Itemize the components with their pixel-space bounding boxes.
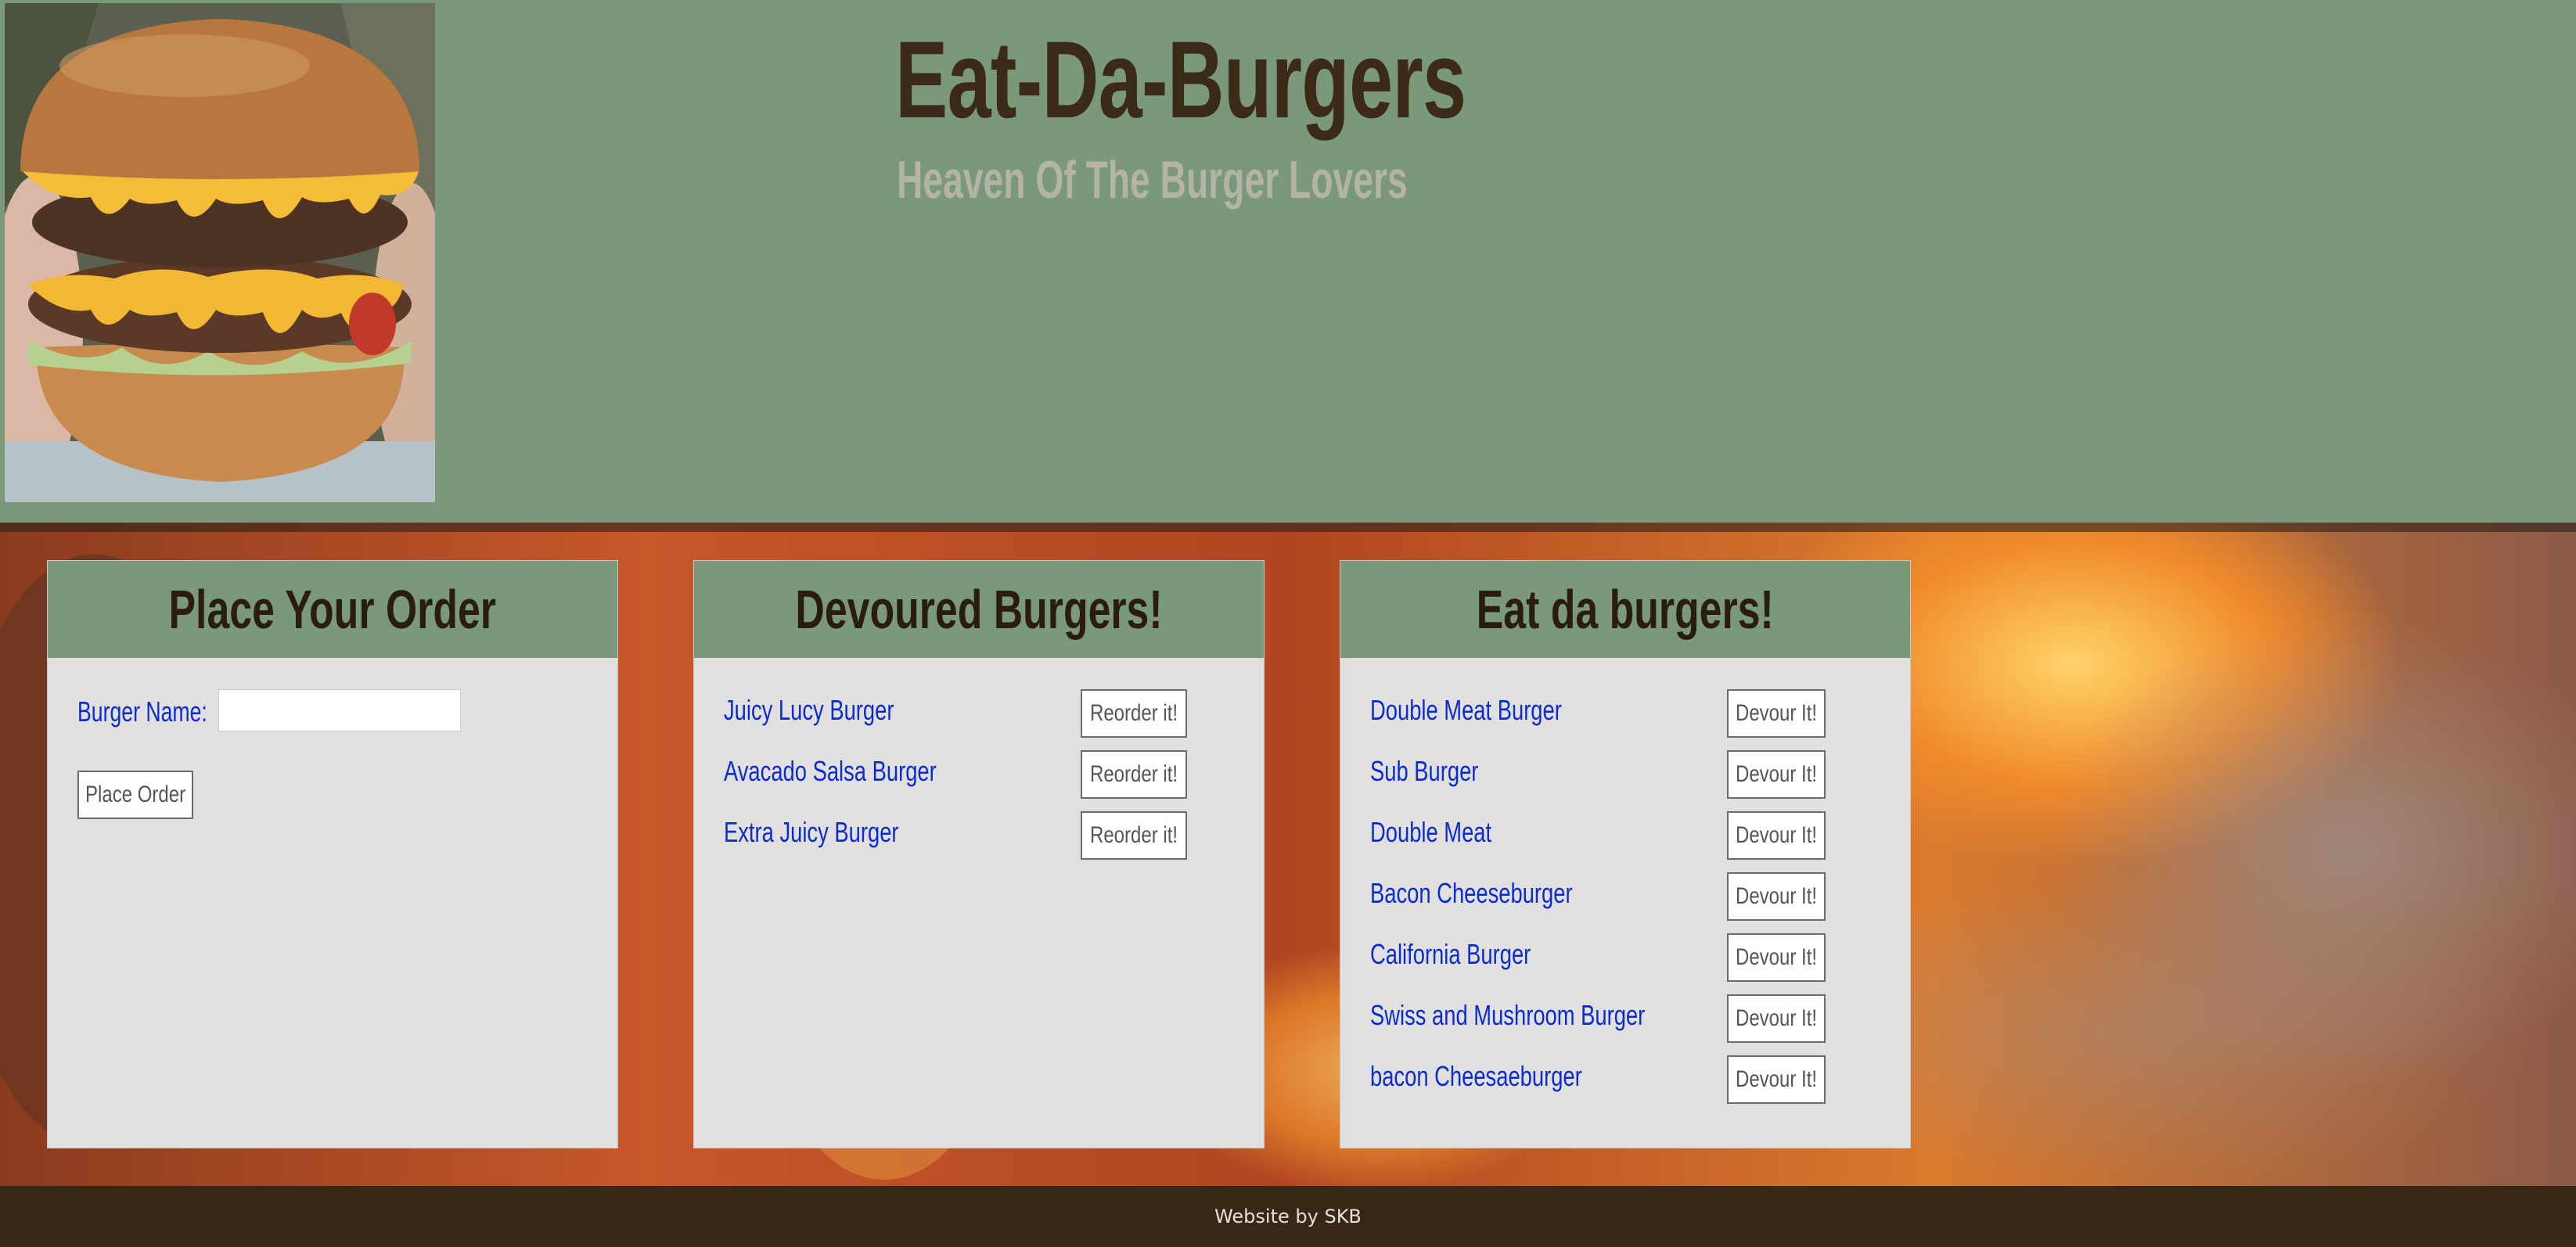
devour-label: Devour It! — [1735, 883, 1818, 909]
devoured-panel: Devoured Burgers! Juicy Lucy Burger Reor… — [693, 560, 1265, 1148]
list-item: Swiss and Mushroom Burger Devour It! — [1370, 994, 1887, 1044]
site-title: Eat-Da-Burgers — [895, 18, 1466, 141]
devoured-panel-title: Devoured Burgers! — [795, 579, 1163, 640]
list-item: Double Meat Devour It! — [1370, 811, 1887, 861]
list-item: Avacado Salsa Burger Reorder it! — [724, 750, 1240, 800]
main-content: Place Your Order Burger Name: Place Orde… — [0, 523, 2576, 1186]
burger-name: Extra Juicy Burger — [724, 816, 899, 848]
devour-label: Devour It! — [1735, 822, 1818, 848]
devour-button[interactable]: Devour It! — [1727, 750, 1826, 799]
burger-name: Juicy Lucy Burger — [724, 694, 894, 726]
list-item: Bacon Cheeseburger Devour It! — [1370, 872, 1887, 922]
burger-name: Double Meat Burger — [1370, 694, 1562, 726]
devour-button[interactable]: Devour It! — [1727, 994, 1826, 1043]
devour-button[interactable]: Devour It! — [1727, 689, 1826, 738]
reorder-label: Reorder it! — [1089, 822, 1178, 848]
devour-button[interactable]: Devour It! — [1727, 811, 1826, 860]
devour-button[interactable]: Devour It! — [1727, 933, 1826, 982]
burger-name: Sub Burger — [1370, 755, 1479, 787]
burger-name: Avacado Salsa Burger — [724, 755, 937, 787]
list-item: Extra Juicy Burger Reorder it! — [724, 811, 1240, 861]
burger-name: Double Meat — [1370, 816, 1492, 848]
devoured-panel-header: Devoured Burgers! — [694, 561, 1264, 658]
order-panel-title: Place Your Order — [168, 579, 497, 640]
list-item: Double Meat Burger Devour It! — [1370, 689, 1887, 739]
site-subtitle: Heaven Of The Burger Lovers — [897, 150, 1408, 210]
devour-label: Devour It! — [1735, 700, 1818, 726]
burger-name-input[interactable] — [218, 689, 461, 731]
page-footer: Website by SKB — [0, 1186, 2576, 1247]
eat-panel: Eat da burgers! Double Meat Burger Devou… — [1340, 560, 1911, 1148]
eat-panel-title: Eat da burgers! — [1477, 579, 1774, 640]
list-item: bacon Cheesaeburger Devour It! — [1370, 1055, 1887, 1105]
burger-name: Bacon Cheeseburger — [1370, 877, 1573, 909]
burger-name: Swiss and Mushroom Burger — [1370, 999, 1646, 1031]
burger-name: bacon Cheesaeburger — [1370, 1060, 1582, 1092]
order-panel-header: Place Your Order — [48, 561, 617, 658]
place-order-button[interactable]: Place Order — [77, 771, 193, 819]
devour-button[interactable]: Devour It! — [1727, 872, 1826, 921]
place-order-label: Place Order — [85, 782, 186, 807]
list-item: California Burger Devour It! — [1370, 933, 1887, 983]
reorder-label: Reorder it! — [1089, 761, 1178, 787]
reorder-label: Reorder it! — [1089, 700, 1178, 726]
page-header: Eat-Da-Burgers Heaven Of The Burger Love… — [0, 0, 2576, 523]
list-item: Sub Burger Devour It! — [1370, 750, 1887, 800]
devour-button[interactable]: Devour It! — [1727, 1055, 1826, 1104]
devour-label: Devour It! — [1735, 1005, 1818, 1031]
footer-credit: Website by SKB — [1214, 1206, 1362, 1227]
reorder-button[interactable]: Reorder it! — [1081, 750, 1187, 799]
list-item: Juicy Lucy Burger Reorder it! — [724, 689, 1240, 739]
devour-label: Devour It! — [1735, 1066, 1818, 1092]
burger-photo — [5, 3, 435, 502]
burger-name-label: Burger Name: — [77, 695, 207, 728]
reorder-button[interactable]: Reorder it! — [1081, 811, 1187, 860]
eat-panel-header: Eat da burgers! — [1340, 561, 1910, 658]
devour-label: Devour It! — [1735, 761, 1818, 787]
burger-name: California Burger — [1370, 938, 1531, 970]
devour-label: Devour It! — [1735, 944, 1818, 970]
reorder-button[interactable]: Reorder it! — [1081, 689, 1187, 738]
order-panel: Place Your Order Burger Name: Place Orde… — [47, 560, 618, 1148]
